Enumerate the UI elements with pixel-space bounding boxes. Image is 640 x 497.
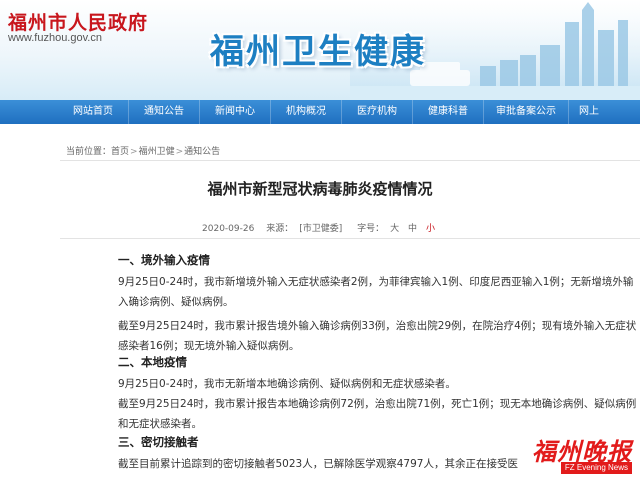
section-heading-wrap: 二、本地疫情 (118, 352, 638, 372)
article-source: [市卫健委] (299, 224, 343, 234)
article-paragraph: 截至9月25日24时，我市累计报告本地确诊病例72例，治愈出院71例，死亡1例；… (118, 398, 637, 430)
article-title: 福州市新型冠状病毒肺炎疫情情况 (207, 180, 433, 198)
breadcrumb-divider (60, 160, 640, 161)
nav-medical-institutions[interactable]: 医疗机构 (342, 100, 413, 124)
nav-notices[interactable]: 通知公告 (129, 100, 200, 124)
section-heading: 二、本地疫情 (118, 355, 187, 369)
breadcrumb: 当前位置：首页>福州卫健>通知公告 (66, 144, 220, 157)
section-heading: 一、境外输入疫情 (118, 250, 638, 270)
site-title: 福州卫生健康 (210, 32, 426, 72)
font-size-small-button[interactable]: 小 (426, 224, 435, 234)
watermark-subtitle: FZ Evening News (560, 462, 632, 474)
font-size-large-button[interactable]: 大 (390, 224, 399, 234)
article-date: 2020-09-26 (202, 224, 255, 234)
font-size-label: 字号： (357, 224, 385, 234)
source-label: 来源： (266, 224, 294, 234)
newspaper-watermark: 福州晚报 FZ Evening News (506, 432, 634, 474)
breadcrumb-notices[interactable]: 通知公告 (184, 147, 220, 157)
nav-health-science[interactable]: 健康科普 (413, 100, 484, 124)
nav-news[interactable]: 新闻中心 (200, 100, 271, 124)
breadcrumb-fuzhou-health[interactable]: 福州卫健 (139, 147, 175, 157)
header-banner: 福州市人民政府 www.fuzhou.gov.cn 福州卫生健康 (0, 0, 640, 100)
main-nav: 网站首页 通知公告 新闻中心 机构概况 医疗机构 健康科普 审批备案公示 网上 (0, 100, 640, 124)
nav-about[interactable]: 机构概况 (271, 100, 342, 124)
breadcrumb-separator: > (130, 147, 138, 157)
gov-site-url: www.fuzhou.gov.cn (8, 32, 102, 44)
article-divider (60, 238, 640, 239)
article-paragraph: 截至目前累计追踪到的密切接触者5023人，已解除医学观察4797人，其余正在接受… (118, 458, 518, 470)
section-heading: 一、境外输入疫情 (118, 253, 210, 267)
article-meta: 2020-09-26 来源： [市卫健委] 字号： 大 中 小 (0, 221, 640, 234)
article-paragraph: 9月25日0-24时，我市新增境外输入无症状感染者2例，为菲律宾输入1例、印度尼… (118, 276, 634, 308)
article-paragraph: 9月25日0-24时，我市无新增本地确诊病例、疑似病例和无症状感染者。 (118, 378, 456, 390)
nav-approval-filing[interactable]: 审批备案公示 (484, 100, 569, 124)
nav-online[interactable]: 网上 (569, 100, 609, 124)
breadcrumb-prefix: 当前位置： (66, 147, 112, 157)
nav-home[interactable]: 网站首页 (58, 100, 129, 124)
gov-site-title[interactable]: 福州市人民政府 (8, 8, 148, 35)
breadcrumb-separator: > (175, 147, 184, 157)
article-paragraph: 截至9月25日24时，我市累计报告境外输入确诊病例33例，治愈出院29例，在院治… (118, 320, 637, 352)
font-size-medium-button[interactable]: 中 (408, 224, 417, 234)
breadcrumb-home[interactable]: 首页 (111, 147, 129, 157)
